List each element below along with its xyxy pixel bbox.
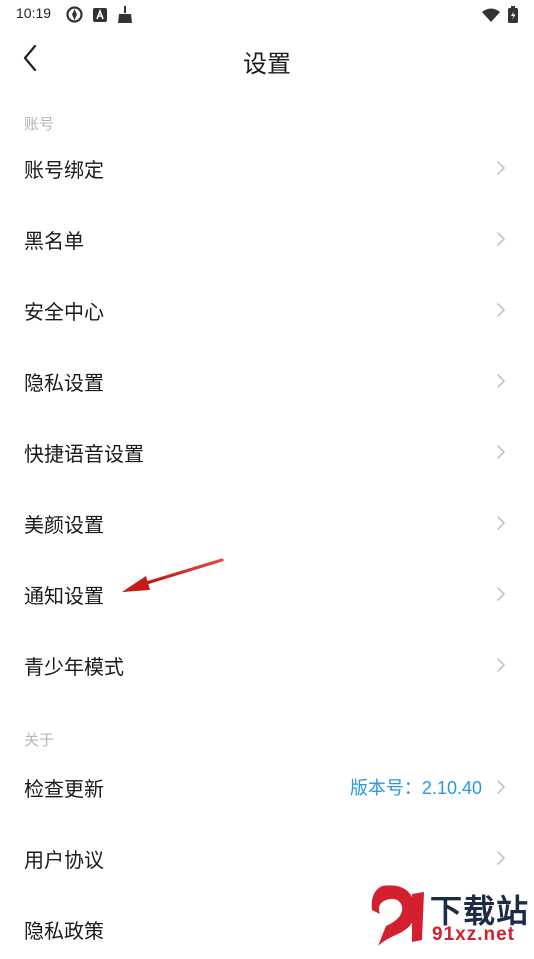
sync-icon — [66, 6, 83, 23]
page-title: 设置 — [243, 50, 291, 78]
settings-item-blacklist[interactable]: 黑名单 — [0, 209, 534, 269]
settings-item-label: 通知设置 — [24, 583, 104, 608]
status-icons-right — [482, 6, 518, 23]
settings-item-teen-mode[interactable]: 青少年模式 — [0, 635, 534, 695]
version-value: 版本号：2.10.40 — [349, 778, 482, 798]
status-icons-left — [66, 6, 133, 23]
settings-item-notifications[interactable]: 通知设置 — [0, 564, 534, 624]
settings-item-security-center[interactable]: 安全中心 — [0, 280, 534, 340]
chevron-right-icon — [497, 374, 505, 388]
watermark-logo-icon — [371, 885, 424, 946]
settings-item-label: 隐私设置 — [24, 370, 104, 395]
chevron-right-icon — [497, 851, 505, 865]
chevron-right-icon — [497, 232, 505, 246]
chevron-right-icon — [497, 780, 505, 794]
chevron-right-icon — [497, 587, 505, 601]
wifi-icon — [482, 8, 500, 22]
settings-item-label: 黑名单 — [24, 228, 84, 253]
settings-item-user-agreement[interactable]: 用户协议 — [0, 828, 534, 888]
top-bar: 设置 — [0, 30, 534, 88]
broom-icon — [118, 6, 132, 23]
chevron-right-icon — [497, 658, 505, 672]
a-badge-icon — [93, 7, 107, 22]
settings-item-label: 用户协议 — [24, 847, 104, 872]
chevron-right-icon — [497, 516, 505, 530]
status-bar: 10:19 — [0, 0, 534, 30]
settings-item-label: 检查更新 — [24, 776, 104, 801]
settings-item-account-binding[interactable]: 账号绑定 — [0, 138, 534, 198]
battery-icon — [508, 6, 518, 23]
chevron-right-icon — [497, 303, 505, 317]
settings-item-label: 青少年模式 — [24, 654, 124, 679]
watermark-url: 91xz.net — [432, 924, 515, 945]
settings-item-privacy-settings[interactable]: 隐私设置 — [0, 351, 534, 411]
chevron-right-icon — [497, 161, 505, 175]
settings-item-beauty[interactable]: 美颜设置 — [0, 493, 534, 553]
settings-item-label: 账号绑定 — [24, 157, 104, 182]
watermark: 下载站 91xz.net — [368, 884, 532, 948]
settings-item-quick-voice[interactable]: 快捷语音设置 — [0, 422, 534, 482]
chevron-right-icon — [497, 445, 505, 459]
section-label-about: 关于 — [24, 731, 55, 749]
settings-item-label: 快捷语音设置 — [24, 441, 144, 466]
section-label-account: 账号 — [24, 115, 55, 133]
red-arrow-icon — [122, 558, 224, 592]
status-time: 10:19 — [16, 5, 52, 21]
settings-item-label: 美颜设置 — [24, 512, 104, 537]
settings-item-check-update[interactable]: 检查更新 版本号：2.10.40 — [0, 757, 534, 817]
settings-item-label: 隐私政策 — [24, 918, 104, 943]
settings-item-label: 安全中心 — [24, 299, 104, 324]
